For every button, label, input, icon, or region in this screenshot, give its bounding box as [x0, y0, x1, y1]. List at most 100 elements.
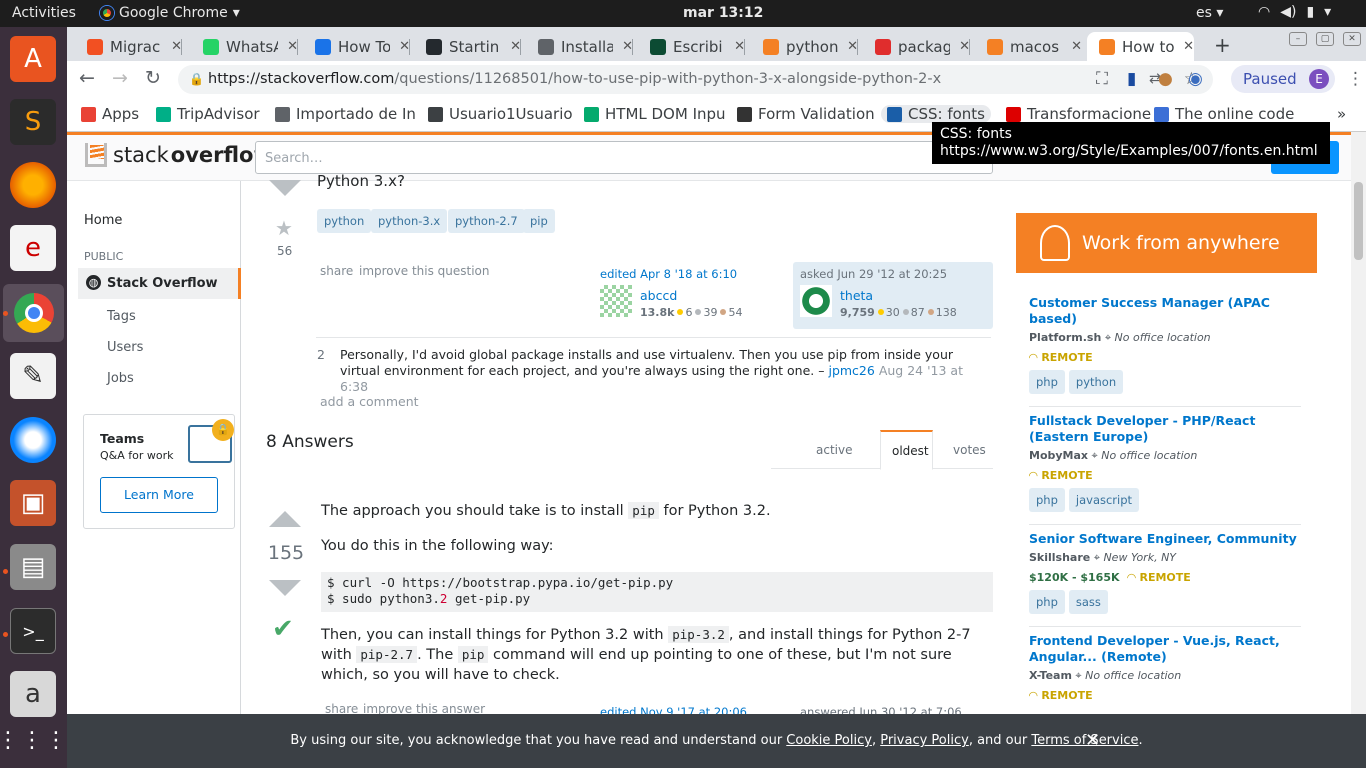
share-link[interactable]: share — [320, 264, 353, 278]
scrollbar-thumb[interactable] — [1354, 182, 1363, 260]
tab-9[interactable]: How to ✕ — [1087, 32, 1194, 61]
job-tag[interactable]: javascript — [1068, 488, 1140, 512]
amazon-icon[interactable]: a — [10, 671, 56, 717]
tab-4[interactable]: Installa ✕ — [526, 32, 633, 61]
tab-2[interactable]: How To ✕ — [303, 32, 410, 61]
files-icon[interactable]: ▤ — [10, 544, 56, 590]
tab-oldest[interactable]: oldest — [880, 430, 933, 470]
sublime-text-icon[interactable]: S — [10, 99, 56, 145]
question-tag[interactable]: python-2.7 — [448, 209, 525, 233]
favorite-star-icon[interactable]: ★ — [275, 216, 293, 240]
pdf-viewer-icon[interactable]: e — [10, 225, 56, 271]
more-bookmarks-icon[interactable]: » — [1337, 105, 1346, 123]
new-tab-button[interactable]: + — [1214, 33, 1231, 57]
software-center-icon[interactable]: A — [10, 36, 56, 82]
nav-jobs[interactable]: Jobs — [107, 371, 134, 386]
app-menu[interactable]: Google Chrome ▾ — [100, 5, 240, 21]
job-title[interactable]: Senior Software Engineer, Community — [1029, 531, 1301, 547]
cookie-banner: By using our site, you acknowledge that … — [67, 714, 1366, 768]
job-tag[interactable]: sass — [1068, 590, 1108, 614]
reader-extension-icon[interactable]: ▮ — [1127, 69, 1136, 89]
bookmark-7[interactable]: Transformacione — [1006, 105, 1151, 123]
tab-strip: Migrac ✕ WhatsA ✕ How To ✕ Startin ✕ Installa ✕ Es… — [67, 27, 1366, 61]
tab-7[interactable]: packag ✕ — [863, 32, 970, 61]
bookmark-4[interactable]: HTML DOM Inpu — [584, 105, 726, 123]
vote-up-icon[interactable] — [269, 511, 301, 527]
bookmark-2[interactable]: Importado de In — [275, 105, 416, 123]
dj-icon — [650, 38, 666, 55]
question-tag[interactable]: python — [317, 209, 372, 233]
comment-user[interactable]: jpmc26 — [828, 363, 874, 378]
bookmark-3[interactable]: Usuario1Usuario — [428, 105, 573, 123]
terminal-icon[interactable]: >_ — [10, 608, 56, 654]
improve-question-link[interactable]: improve this question — [359, 264, 490, 278]
clock[interactable]: mar 13:12 — [683, 5, 763, 21]
close-icon[interactable]: ✕ — [1183, 39, 1194, 54]
show-apps-icon[interactable]: ⋮⋮⋮ — [0, 717, 67, 763]
privacy-policy-link[interactable]: Privacy Policy — [880, 733, 969, 748]
vote-down-icon[interactable] — [269, 180, 301, 196]
tab-1[interactable]: WhatsA ✕ — [191, 32, 298, 61]
bookmark-label: TripAdvisor — [177, 105, 260, 123]
user-avatar[interactable] — [800, 285, 832, 317]
extension-icon[interactable]: ◉ — [1188, 69, 1203, 89]
bookmark-1[interactable]: TripAdvisor — [156, 105, 260, 123]
nav-stack-overflow[interactable]: ◍ Stack Overflow — [78, 268, 241, 299]
tab-3[interactable]: Startin ✕ — [414, 32, 521, 61]
minimize-button[interactable]: – — [1289, 32, 1307, 46]
job-tag[interactable]: php — [1029, 370, 1065, 394]
vote-down-icon[interactable] — [269, 580, 301, 596]
profile-paused-button[interactable]: Paused E — [1231, 65, 1335, 93]
tab-5[interactable]: Escribi ✕ — [638, 32, 745, 61]
tab-label: python — [786, 37, 839, 56]
bookmark-5[interactable]: Form Validation — [737, 105, 875, 123]
page-scrollbar[interactable] — [1351, 132, 1366, 714]
text-editor-icon[interactable]: ✎ — [10, 353, 56, 399]
work-from-anywhere-ad[interactable]: Work from anywhere — [1016, 213, 1317, 273]
firefox-icon[interactable] — [10, 162, 56, 208]
system-tray[interactable]: ◠ ◀) ▮ ▾ — [1258, 4, 1331, 20]
learn-more-button[interactable]: Learn More — [100, 477, 218, 513]
reload-icon[interactable]: ↻ — [145, 67, 161, 89]
nav-users[interactable]: Users — [107, 340, 143, 355]
close-icon[interactable]: ✕ — [1085, 714, 1100, 768]
cookie-policy-link[interactable]: Cookie Policy — [786, 733, 872, 748]
nav-tags[interactable]: Tags — [107, 309, 136, 324]
cookie-extension-icon[interactable]: ● — [1158, 69, 1173, 89]
job-listing: Senior Software Engineer, Community Skill… — [1029, 531, 1301, 627]
question-tag[interactable]: python-3.x — [371, 209, 448, 233]
question-tag[interactable]: pip — [523, 209, 555, 233]
add-comment-link[interactable]: add a comment — [320, 394, 419, 409]
close-icon[interactable]: ✕ — [1071, 39, 1082, 54]
asker-name[interactable]: theta — [840, 288, 873, 303]
job-title[interactable]: Frontend Developer - Vue.js, React, Angu… — [1029, 633, 1301, 665]
maximize-button[interactable]: ▢ — [1316, 32, 1334, 46]
user-avatar[interactable] — [600, 285, 632, 317]
nav-home[interactable]: Home — [84, 213, 122, 228]
tab-0[interactable]: Migrac ✕ — [75, 32, 182, 61]
job-tag[interactable]: php — [1029, 488, 1065, 512]
tab-6[interactable]: python ✕ — [751, 32, 858, 61]
menu-kebab-icon[interactable]: ⋮ — [1347, 69, 1364, 89]
bookmark-8[interactable]: The online code — [1154, 105, 1294, 123]
bookmark-0[interactable]: Apps — [81, 105, 139, 123]
screen-capture-icon[interactable]: ⛶ — [1096, 69, 1108, 89]
close-window-button[interactable]: ✕ — [1343, 32, 1361, 46]
edited-date[interactable]: edited Apr 8 '18 at 6:10 — [600, 267, 737, 281]
thunderbird-icon[interactable] — [10, 417, 56, 463]
job-title[interactable]: Customer Success Manager (APAC based) — [1029, 295, 1301, 327]
job-tag[interactable]: python — [1068, 370, 1124, 394]
editor-name[interactable]: abccd — [640, 288, 677, 303]
job-tag[interactable]: php — [1029, 590, 1065, 614]
language-indicator[interactable]: es ▾ — [1196, 5, 1223, 21]
impress-icon[interactable]: ▣ — [10, 480, 56, 526]
tab-8[interactable]: macos ✕ — [975, 32, 1082, 61]
bookmark-6[interactable]: CSS: fonts — [881, 105, 991, 123]
forward-arrow-icon[interactable]: → — [112, 67, 128, 89]
chrome-dock-icon[interactable] — [3, 284, 64, 342]
back-arrow-icon[interactable]: ← — [79, 67, 95, 89]
code-line-2: $ sudo python3.2 get-pip.py — [327, 591, 987, 607]
activities-button[interactable]: Activities — [12, 5, 76, 21]
address-bar[interactable]: 🔒 https://stackoverflow.com/questions/11… — [178, 65, 1213, 94]
job-title[interactable]: Fullstack Developer - PHP/React (Eastern… — [1029, 413, 1301, 445]
